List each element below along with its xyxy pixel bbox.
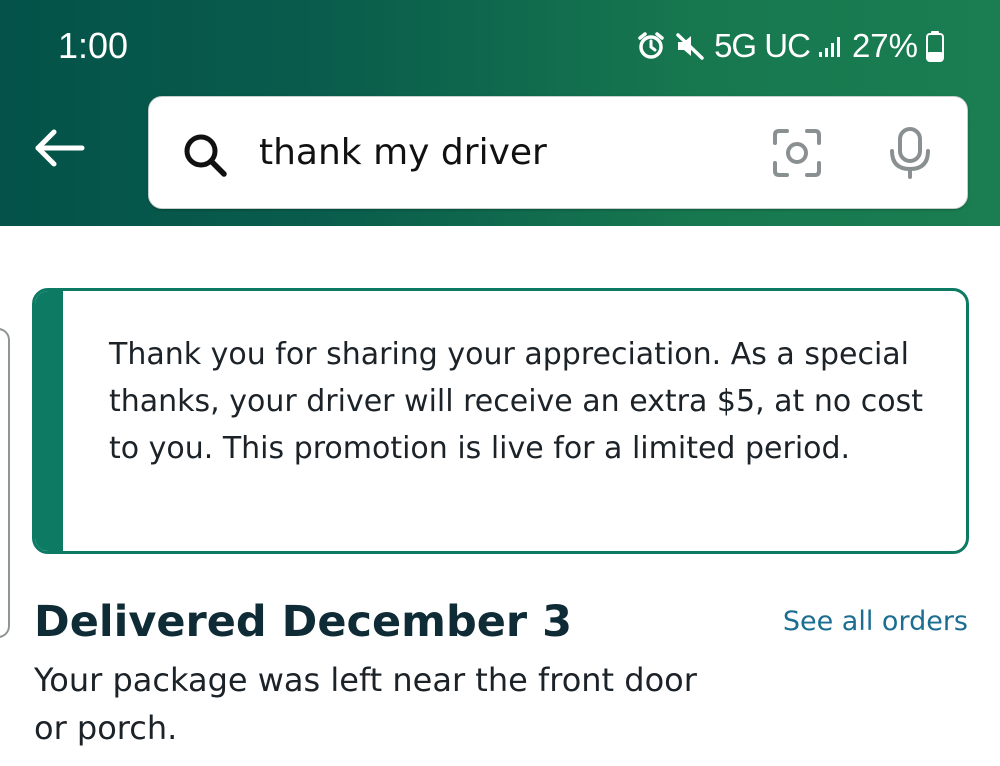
signal-icon — [818, 33, 844, 59]
search-icon — [181, 131, 229, 179]
alarm-icon — [636, 31, 666, 61]
search-input[interactable]: thank my driver — [259, 125, 547, 181]
battery-label: 27% — [851, 27, 918, 64]
promo-text: Thank you for sharing your appreciation.… — [109, 337, 923, 466]
search-bar[interactable]: thank my driver — [148, 96, 968, 209]
status-indicators: 5G UC 27% — [636, 24, 944, 68]
app-header: 1:00 5G UC 27% thank my driver — [0, 0, 1000, 226]
microphone-icon[interactable] — [885, 125, 935, 181]
promo-message: Thank you for sharing your appreciation.… — [32, 288, 969, 554]
mute-icon — [674, 31, 706, 61]
status-time: 1:00 — [58, 25, 129, 66]
side-card-edge — [0, 328, 10, 638]
promo-accent-bar — [35, 291, 63, 551]
battery-icon — [926, 30, 944, 62]
back-arrow-icon[interactable] — [30, 124, 86, 172]
see-all-orders-link[interactable]: See all orders — [783, 602, 968, 642]
camera-icon[interactable] — [769, 125, 825, 181]
status-bar: 1:00 5G UC 27% — [0, 0, 1000, 92]
network-label: 5G UC — [714, 27, 811, 64]
delivery-description: Your package was left near the front doo… — [34, 661, 697, 747]
delivery-status-title: Delivered December 3 — [34, 597, 573, 647]
